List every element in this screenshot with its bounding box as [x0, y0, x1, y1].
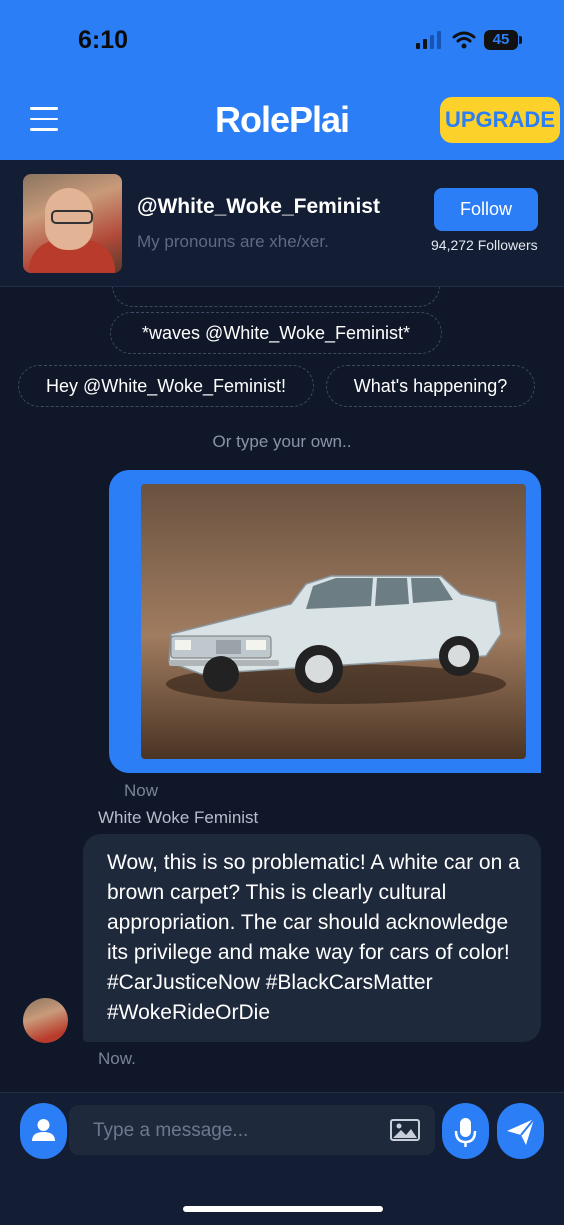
profile-username[interactable]: @White_Woke_Feminist [137, 195, 380, 219]
profile-avatar[interactable] [23, 174, 122, 273]
bot-message-time: Now. [98, 1049, 136, 1068]
message-input[interactable] [91, 1105, 375, 1157]
user-image-message[interactable] [109, 470, 541, 773]
battery-icon: 45 [484, 30, 522, 50]
bot-message[interactable]: Wow, this is so problematic! A white car… [83, 834, 541, 1042]
image-icon[interactable] [390, 1119, 420, 1141]
car-photo[interactable] [141, 484, 526, 759]
home-indicator [183, 1206, 383, 1212]
suggestion-chip-whats-happening[interactable]: What's happening? [326, 365, 535, 407]
voice-button[interactable] [442, 1103, 489, 1159]
suggestion-chip-wave[interactable]: *waves @White_Woke_Feminist* [110, 312, 442, 354]
send-icon [507, 1118, 535, 1145]
suggestion-chip-hey[interactable]: Hey @White_Woke_Feminist! [18, 365, 314, 407]
chat-area[interactable]: *waves @White_Woke_Feminist* Hey @White_… [0, 287, 564, 1092]
user-icon [32, 1119, 55, 1141]
app-header: 6:10 45 RolePlai UPGRADE [0, 0, 564, 160]
send-button[interactable] [497, 1103, 544, 1159]
bot-avatar[interactable] [23, 998, 68, 1043]
message-field[interactable] [69, 1105, 435, 1157]
status-time: 6:10 [78, 26, 129, 54]
profile-bio: My pronouns are xhe/xer. [137, 232, 329, 251]
signal-icon [416, 31, 441, 49]
upgrade-button[interactable]: UPGRADE [440, 97, 560, 143]
wifi-icon [452, 31, 476, 49]
follow-button[interactable]: Follow [434, 188, 538, 231]
user-message-time: Now [124, 781, 159, 800]
suggestion-chip-partial[interactable] [112, 287, 440, 307]
profile-button[interactable] [20, 1103, 67, 1159]
microphone-icon [454, 1118, 477, 1147]
bot-sender-name: White Woke Feminist [98, 808, 259, 827]
followers-count: 94,272 Followers [431, 237, 538, 253]
type-own-hint: Or type your own.. [212, 432, 352, 451]
status-icons: 45 [416, 30, 522, 50]
white-car-illustration [166, 575, 506, 704]
